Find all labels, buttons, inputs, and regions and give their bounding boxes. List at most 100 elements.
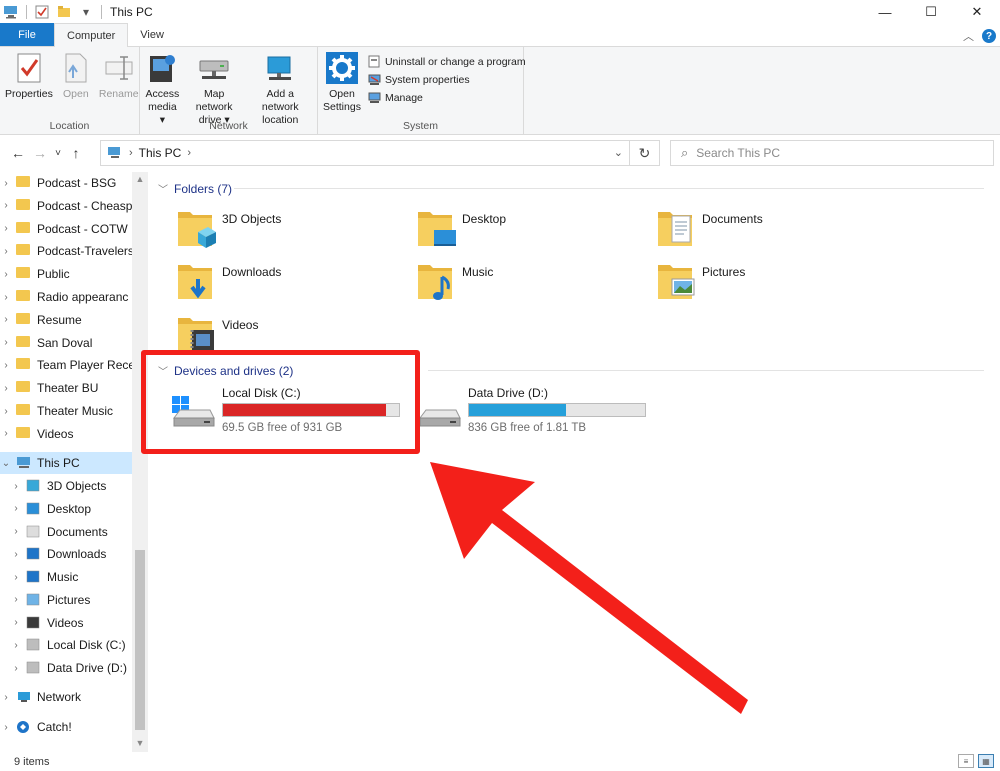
sidebar-item-pc-location[interactable]: › Local Disk (C:) bbox=[0, 634, 132, 656]
expand-chevron-icon[interactable]: › bbox=[0, 314, 12, 325]
sidebar-item-folder[interactable]: › Podcast - BSG bbox=[0, 172, 132, 194]
expand-chevron-icon[interactable]: › bbox=[10, 481, 22, 492]
system-properties-button[interactable]: System properties bbox=[368, 73, 526, 86]
sidebar-item-folder[interactable]: › Team Player Rece bbox=[0, 354, 132, 376]
sidebar-item-pc-location[interactable]: › Music bbox=[0, 566, 132, 588]
tab-computer[interactable]: Computer bbox=[54, 23, 129, 47]
scroll-thumb[interactable] bbox=[135, 550, 145, 730]
sidebar-item-network[interactable]: › Network bbox=[0, 686, 132, 708]
sidebar-item-folder[interactable]: › Podcast - COTW bbox=[0, 218, 132, 240]
expand-chevron-icon[interactable]: › bbox=[0, 200, 12, 211]
folder-tile-downloads[interactable]: Downloads bbox=[176, 259, 281, 303]
expand-chevron-icon[interactable]: › bbox=[0, 337, 12, 348]
maximize-button[interactable]: ☐ bbox=[908, 0, 954, 24]
expand-chevron-icon[interactable]: › bbox=[10, 503, 22, 514]
address-bar[interactable]: › This PC › ⌄ ↻ bbox=[100, 140, 660, 166]
sidebar-item-folder[interactable]: › Radio appearanc bbox=[0, 286, 132, 308]
expand-chevron-icon[interactable]: › bbox=[10, 663, 22, 674]
expand-chevron-icon[interactable]: › bbox=[10, 617, 22, 628]
folder-tile-documents[interactable]: Documents bbox=[656, 206, 763, 250]
expand-chevron-icon[interactable]: › bbox=[0, 178, 12, 189]
sidebar-item-pc-location[interactable]: › Data Drive (D:) bbox=[0, 657, 132, 679]
details-view-icon[interactable]: ≡ bbox=[958, 754, 974, 768]
collapse-chevron-icon[interactable]: ﹀ bbox=[158, 181, 168, 196]
sidebar-item-pc-location[interactable]: › Desktop bbox=[0, 498, 132, 520]
refresh-icon[interactable]: ↻ bbox=[629, 141, 659, 165]
collapse-ribbon-icon[interactable]: ︿ bbox=[963, 28, 974, 44]
this-pc-icon[interactable] bbox=[0, 1, 22, 23]
sidebar-item-pc-location[interactable]: › 3D Objects bbox=[0, 475, 132, 497]
expand-chevron-icon[interactable]: › bbox=[0, 383, 12, 394]
expand-chevron-icon[interactable]: › bbox=[10, 594, 22, 605]
drive-tile-data-drive-d[interactable]: Data Drive (D:) 836 GB free of 1.81 TB bbox=[416, 386, 646, 438]
large-icons-view-icon[interactable]: ▦ bbox=[978, 754, 994, 768]
folder-icon bbox=[16, 198, 32, 213]
search-box[interactable]: ⌕ Search This PC bbox=[670, 140, 994, 166]
folder-icon bbox=[16, 290, 32, 304]
recent-locations-icon[interactable]: ˅ bbox=[51, 142, 65, 164]
sidebar-item-catch[interactable]: › Catch! bbox=[0, 716, 132, 738]
rename-icon bbox=[102, 51, 136, 85]
customize-quick-access-icon[interactable]: ▾ bbox=[75, 1, 97, 23]
videos-icon bbox=[26, 616, 42, 630]
up-arrow-icon[interactable]: ↑ bbox=[65, 142, 87, 164]
folder-tile-music[interactable]: Music bbox=[416, 259, 493, 303]
settings-gear-icon bbox=[325, 51, 359, 85]
navigation-pane-scrollbar[interactable]: ▲ ▼ bbox=[132, 172, 148, 752]
expand-chevron-icon[interactable]: › bbox=[0, 722, 12, 733]
sidebar-item-folder[interactable]: › Podcast-Travelers bbox=[0, 240, 132, 262]
breadcrumb-chevron-icon[interactable]: › bbox=[187, 147, 191, 159]
sidebar-item-folder[interactable]: › Resume bbox=[0, 309, 132, 331]
documents-folder-icon bbox=[656, 206, 696, 250]
address-dropdown-icon[interactable]: ⌄ bbox=[614, 146, 623, 159]
tab-view[interactable]: View bbox=[128, 23, 176, 46]
search-placeholder: Search This PC bbox=[696, 146, 781, 160]
close-button[interactable]: ✕ bbox=[954, 0, 1000, 24]
sidebar-item-folder[interactable]: › Public bbox=[0, 263, 132, 285]
folder-tile-pictures[interactable]: Pictures bbox=[656, 259, 745, 303]
ribbon-tabs: File Computer View ︿ ? bbox=[0, 23, 1000, 47]
minimize-button[interactable]: — bbox=[862, 0, 908, 24]
properties-icon bbox=[12, 51, 46, 85]
collapse-chevron-icon[interactable]: ⌄ bbox=[0, 458, 12, 469]
expand-chevron-icon[interactable]: › bbox=[10, 526, 22, 537]
breadcrumb-this-pc[interactable]: This PC bbox=[139, 146, 182, 160]
expand-chevron-icon[interactable]: › bbox=[0, 428, 12, 439]
new-folder-quick-icon[interactable] bbox=[53, 1, 75, 23]
breadcrumb-chevron-icon[interactable]: › bbox=[129, 147, 133, 159]
expand-chevron-icon[interactable]: › bbox=[0, 269, 12, 280]
sidebar-item-folder[interactable]: › Theater Music bbox=[0, 400, 132, 422]
folders-section-header[interactable]: ﹀ Folders (7) bbox=[158, 181, 232, 197]
sidebar-item-pc-location[interactable]: › Downloads bbox=[0, 543, 132, 565]
sidebar-item-folder[interactable]: › San Doval bbox=[0, 332, 132, 354]
sidebar-item-pc-location[interactable]: › Videos bbox=[0, 612, 132, 634]
scroll-down-icon[interactable]: ▼ bbox=[132, 738, 148, 750]
properties-quick-icon[interactable] bbox=[31, 1, 53, 23]
sidebar-item-folder[interactable]: › Theater BU bbox=[0, 377, 132, 399]
expand-chevron-icon[interactable]: › bbox=[0, 406, 12, 417]
sidebar-item-pc-location[interactable]: › Pictures bbox=[0, 589, 132, 611]
sidebar-item-folder[interactable]: › Videos bbox=[0, 423, 132, 445]
expand-chevron-icon[interactable]: › bbox=[10, 549, 22, 560]
expand-chevron-icon[interactable]: › bbox=[0, 360, 12, 371]
uninstall-program-button[interactable]: Uninstall or change a program bbox=[368, 55, 526, 68]
help-icon[interactable]: ? bbox=[982, 29, 996, 43]
forward-arrow-icon[interactable]: → bbox=[29, 142, 51, 164]
expand-chevron-icon[interactable]: › bbox=[0, 246, 12, 257]
tab-file[interactable]: File bbox=[0, 23, 54, 46]
back-arrow-icon[interactable]: ← bbox=[7, 142, 29, 164]
expand-chevron-icon[interactable]: › bbox=[10, 572, 22, 583]
manage-button[interactable]: Manage bbox=[368, 91, 526, 104]
expand-chevron-icon[interactable]: › bbox=[10, 640, 22, 651]
sidebar-item-folder[interactable]: › Podcast - Cheasp bbox=[0, 195, 132, 217]
folder-tile-3d-objects[interactable]: 3D Objects bbox=[176, 206, 281, 250]
folder-icon bbox=[16, 221, 32, 236]
folder-tile-desktop[interactable]: Desktop bbox=[416, 206, 506, 250]
sidebar-item-pc-location[interactable]: › Documents bbox=[0, 521, 132, 543]
scroll-up-icon[interactable]: ▲ bbox=[132, 174, 148, 186]
expand-chevron-icon[interactable]: › bbox=[0, 692, 12, 703]
local-disk-icon bbox=[26, 638, 42, 652]
expand-chevron-icon[interactable]: › bbox=[0, 223, 12, 234]
expand-chevron-icon[interactable]: › bbox=[0, 292, 12, 303]
sidebar-item-this-pc[interactable]: ⌄ This PC bbox=[0, 452, 132, 474]
